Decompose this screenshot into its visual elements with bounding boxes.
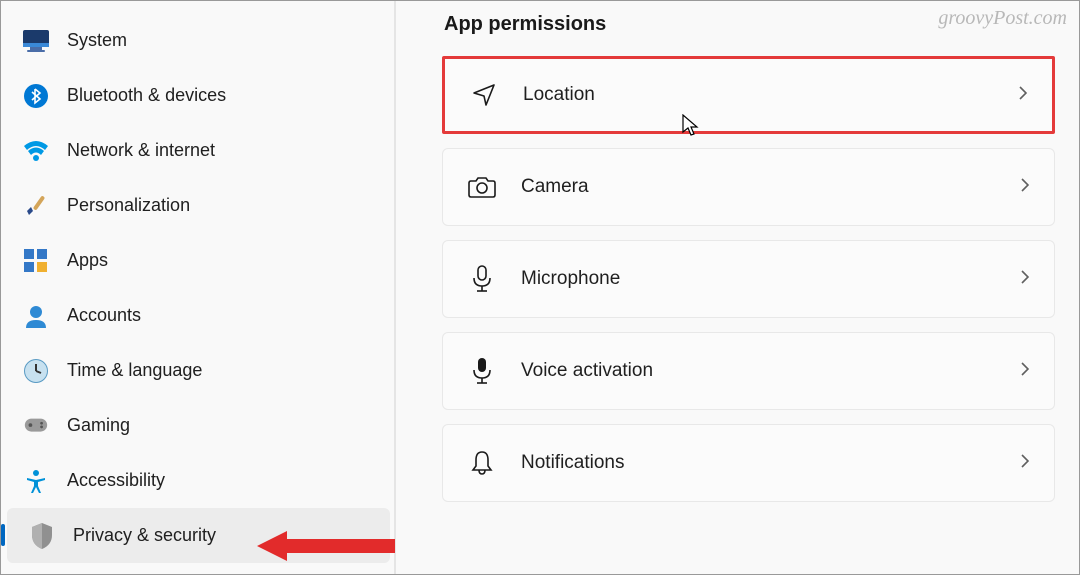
chevron-right-icon (1020, 177, 1030, 198)
system-icon (23, 28, 49, 54)
location-icon (469, 80, 499, 110)
microphone-icon (467, 264, 497, 294)
bluetooth-icon (23, 83, 49, 109)
permission-label: Voice activation (521, 360, 1020, 382)
permission-item-location[interactable]: Location (442, 56, 1055, 134)
wifi-icon (23, 138, 49, 164)
accessibility-icon (23, 468, 49, 494)
sidebar-item-time[interactable]: Time & language (1, 343, 396, 398)
sidebar-item-label: Network & internet (67, 140, 215, 161)
clock-icon (23, 358, 49, 384)
permission-item-voice[interactable]: Voice activation (442, 332, 1055, 410)
settings-sidebar: System Bluetooth & devices Network & int… (1, 1, 396, 574)
sidebar-item-gaming[interactable]: Gaming (1, 398, 396, 453)
permission-item-microphone[interactable]: Microphone (442, 240, 1055, 318)
sidebar-item-apps[interactable]: Apps (1, 233, 396, 288)
sidebar-item-privacy[interactable]: Privacy & security (7, 508, 390, 563)
sidebar-divider (394, 1, 396, 574)
sidebar-item-label: Gaming (67, 415, 130, 436)
watermark: groovyPost.com (938, 7, 1067, 30)
sidebar-item-label: Accessibility (67, 470, 165, 491)
permission-label: Camera (521, 176, 1020, 198)
sidebar-item-label: Privacy & security (73, 525, 216, 546)
sidebar-item-label: System (67, 30, 127, 51)
sidebar-item-label: Time & language (67, 360, 202, 381)
main-content: App permissions Location Camera (396, 1, 1079, 574)
chevron-right-icon (1020, 269, 1030, 290)
permission-item-notifications[interactable]: Notifications (442, 424, 1055, 502)
sidebar-item-accessibility[interactable]: Accessibility (1, 453, 396, 508)
bell-icon (467, 448, 497, 478)
sidebar-item-personalization[interactable]: Personalization (1, 178, 396, 233)
sidebar-item-label: Bluetooth & devices (67, 85, 226, 106)
chevron-right-icon (1020, 361, 1030, 382)
sidebar-item-label: Accounts (67, 305, 141, 326)
shield-icon (29, 523, 55, 549)
camera-icon (467, 172, 497, 202)
accounts-icon (23, 303, 49, 329)
permission-label: Microphone (521, 268, 1020, 290)
apps-icon (23, 248, 49, 274)
chevron-right-icon (1018, 85, 1028, 106)
personalization-icon (23, 193, 49, 219)
sidebar-item-system[interactable]: System (1, 13, 396, 68)
sidebar-item-network[interactable]: Network & internet (1, 123, 396, 178)
voice-icon (467, 356, 497, 386)
permission-item-camera[interactable]: Camera (442, 148, 1055, 226)
gaming-icon (23, 413, 49, 439)
permission-label: Notifications (521, 452, 1020, 474)
permission-label: Location (523, 84, 1018, 106)
sidebar-item-label: Apps (67, 250, 108, 271)
sidebar-item-accounts[interactable]: Accounts (1, 288, 396, 343)
sidebar-item-bluetooth[interactable]: Bluetooth & devices (1, 68, 396, 123)
sidebar-item-label: Personalization (67, 195, 190, 216)
chevron-right-icon (1020, 453, 1030, 474)
